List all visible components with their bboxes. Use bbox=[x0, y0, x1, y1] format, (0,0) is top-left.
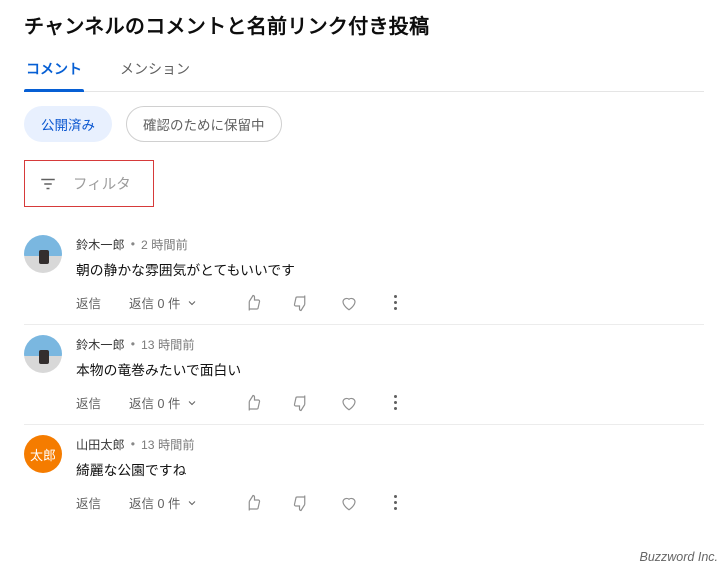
comment-author[interactable]: 鈴木一郎 bbox=[76, 335, 125, 353]
like-button[interactable] bbox=[244, 294, 262, 312]
comment-row: 鈴木一郎 • 13 時間前 本物の竜巻みたいで面白い 返信 返信 0 件 bbox=[24, 325, 704, 425]
heart-button[interactable] bbox=[340, 294, 358, 312]
chip-published[interactable]: 公開済み bbox=[24, 106, 112, 142]
reply-count: 0 bbox=[158, 497, 165, 511]
replies-prefix: 返信 bbox=[129, 397, 154, 411]
comment-timestamp: 13 時間前 bbox=[141, 335, 195, 353]
chevron-down-icon bbox=[186, 397, 198, 409]
replies-prefix: 返信 bbox=[129, 497, 154, 511]
filter-label: フィルタ bbox=[73, 173, 131, 194]
reply-button[interactable]: 返信 bbox=[76, 293, 101, 312]
replies-toggle[interactable]: 返信 0 件 bbox=[129, 293, 198, 312]
separator-dot: • bbox=[131, 237, 135, 251]
replies-suffix: 件 bbox=[168, 497, 181, 511]
comment-author[interactable]: 山田太郎 bbox=[76, 435, 125, 453]
avatar[interactable]: 太郎 bbox=[24, 435, 62, 473]
comment-actions: 返信 返信 0 件 bbox=[76, 293, 704, 312]
more-menu-button[interactable] bbox=[388, 295, 403, 310]
comment-header: 山田太郎 • 13 時間前 bbox=[76, 435, 704, 453]
avatar-photo bbox=[24, 235, 62, 273]
comment-actions: 返信 返信 0 件 bbox=[76, 393, 704, 412]
tab-mentions[interactable]: メンション bbox=[118, 53, 192, 91]
dislike-button[interactable] bbox=[292, 494, 310, 512]
replies-toggle[interactable]: 返信 0 件 bbox=[129, 393, 198, 412]
comment-header: 鈴木一郎 • 13 時間前 bbox=[76, 335, 704, 353]
thumbs-up-icon bbox=[244, 394, 262, 412]
thumbs-up-icon bbox=[244, 494, 262, 512]
heart-button[interactable] bbox=[340, 394, 358, 412]
replies-suffix: 件 bbox=[168, 397, 181, 411]
filter-button[interactable]: フィルタ bbox=[24, 160, 154, 207]
reply-count: 0 bbox=[158, 297, 165, 311]
comment-header: 鈴木一郎 • 2 時間前 bbox=[76, 235, 704, 253]
comment-text: 本物の竜巻みたいで面白い bbox=[76, 359, 704, 379]
heart-icon bbox=[340, 394, 358, 412]
comment-timestamp: 13 時間前 bbox=[141, 435, 195, 453]
avatar-letter: 太郎 bbox=[24, 435, 62, 473]
comment-timestamp: 2 時間前 bbox=[141, 235, 188, 253]
page-title: チャンネルのコメントと名前リンク付き投稿 bbox=[24, 10, 704, 39]
replies-toggle[interactable]: 返信 0 件 bbox=[129, 493, 198, 512]
comment-row: 太郎 山田太郎 • 13 時間前 綺麗な公園ですね 返信 返信 0 件 bbox=[24, 425, 704, 524]
footer-attribution: Buzzword Inc. bbox=[639, 550, 718, 564]
filter-icon bbox=[39, 175, 57, 193]
comment-text: 綺麗な公園ですね bbox=[76, 459, 704, 479]
thumbs-down-icon bbox=[292, 394, 310, 412]
chevron-down-icon bbox=[186, 497, 198, 509]
more-menu-button[interactable] bbox=[388, 395, 403, 410]
thumbs-down-icon bbox=[292, 494, 310, 512]
reply-button[interactable]: 返信 bbox=[76, 393, 101, 412]
avatar[interactable] bbox=[24, 235, 62, 273]
comment-actions: 返信 返信 0 件 bbox=[76, 493, 704, 512]
more-menu-button[interactable] bbox=[388, 495, 403, 510]
like-button[interactable] bbox=[244, 494, 262, 512]
thumbs-down-icon bbox=[292, 294, 310, 312]
avatar[interactable] bbox=[24, 335, 62, 373]
heart-button[interactable] bbox=[340, 494, 358, 512]
dislike-button[interactable] bbox=[292, 294, 310, 312]
status-chip-row: 公開済み 確認のために保留中 bbox=[24, 106, 704, 142]
heart-icon bbox=[340, 294, 358, 312]
reply-count: 0 bbox=[158, 397, 165, 411]
reply-button[interactable]: 返信 bbox=[76, 493, 101, 512]
dislike-button[interactable] bbox=[292, 394, 310, 412]
tab-bar: コメント メンション bbox=[24, 53, 704, 92]
chevron-down-icon bbox=[186, 297, 198, 309]
comment-text: 朝の静かな雰囲気がとてもいいです bbox=[76, 259, 704, 279]
comment-row: 鈴木一郎 • 2 時間前 朝の静かな雰囲気がとてもいいです 返信 返信 0 件 bbox=[24, 225, 704, 325]
thumbs-up-icon bbox=[244, 294, 262, 312]
separator-dot: • bbox=[131, 437, 135, 451]
like-button[interactable] bbox=[244, 394, 262, 412]
comment-list: 鈴木一郎 • 2 時間前 朝の静かな雰囲気がとてもいいです 返信 返信 0 件 bbox=[24, 225, 704, 524]
comment-author[interactable]: 鈴木一郎 bbox=[76, 235, 125, 253]
chip-held-for-review[interactable]: 確認のために保留中 bbox=[126, 106, 282, 142]
separator-dot: • bbox=[131, 337, 135, 351]
avatar-photo bbox=[24, 335, 62, 373]
tab-comments[interactable]: コメント bbox=[24, 53, 84, 91]
replies-suffix: 件 bbox=[168, 297, 181, 311]
replies-prefix: 返信 bbox=[129, 297, 154, 311]
heart-icon bbox=[340, 494, 358, 512]
